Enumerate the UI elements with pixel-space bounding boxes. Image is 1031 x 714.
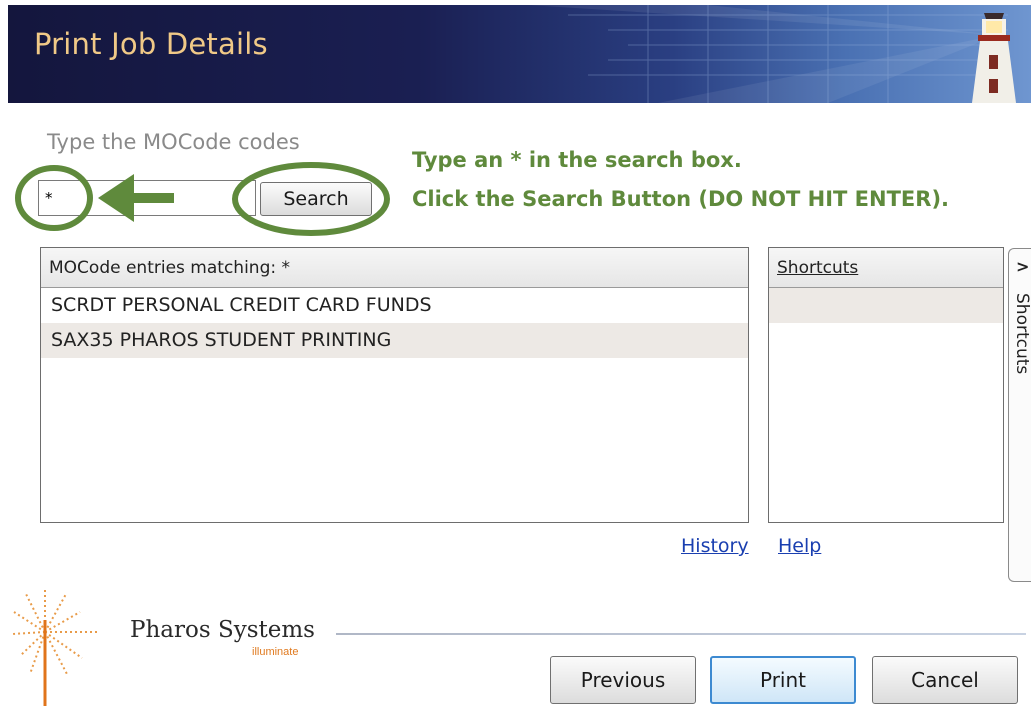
instruction-line-2: Click the Search Button (DO NOT HIT ENTE… — [412, 187, 950, 211]
title-banner: Print Job Details — [8, 5, 1031, 103]
shortcuts-side-tab[interactable]: > Shortcuts — [1008, 248, 1031, 582]
history-link[interactable]: History — [681, 535, 749, 557]
instruction-line-1: Type an * in the search box. — [412, 148, 742, 172]
brand-name: Pharos Systems — [130, 617, 315, 643]
print-button[interactable]: Print — [710, 656, 856, 704]
results-list[interactable]: MOCode entries matching: * SCRDT PERSONA… — [40, 247, 749, 523]
results-list-header: MOCode entries matching: * — [41, 248, 748, 288]
cancel-button[interactable]: Cancel — [872, 656, 1018, 704]
list-item[interactable]: SAX35 PHAROS STUDENT PRINTING — [41, 323, 748, 358]
footer-divider — [336, 633, 1026, 635]
shortcuts-list[interactable]: Shortcuts — [768, 247, 1004, 523]
shortcuts-empty-row — [769, 288, 1003, 323]
lighthouse-icon — [972, 13, 1016, 103]
shortcuts-header[interactable]: Shortcuts — [769, 248, 1003, 288]
search-input[interactable] — [38, 180, 256, 216]
help-link[interactable]: Help — [778, 535, 821, 557]
search-button[interactable]: Search — [260, 182, 372, 216]
previous-button[interactable]: Previous — [550, 656, 696, 704]
search-prompt-label: Type the MOCode codes — [47, 130, 300, 154]
list-item[interactable]: SCRDT PERSONAL CREDIT CARD FUNDS — [41, 288, 748, 323]
window-title: Print Job Details — [34, 27, 268, 61]
chevron-right-icon[interactable]: > — [1016, 257, 1029, 276]
brand-tagline: illuminate — [252, 646, 299, 658]
shortcuts-tab-label: Shortcuts — [1012, 293, 1031, 375]
